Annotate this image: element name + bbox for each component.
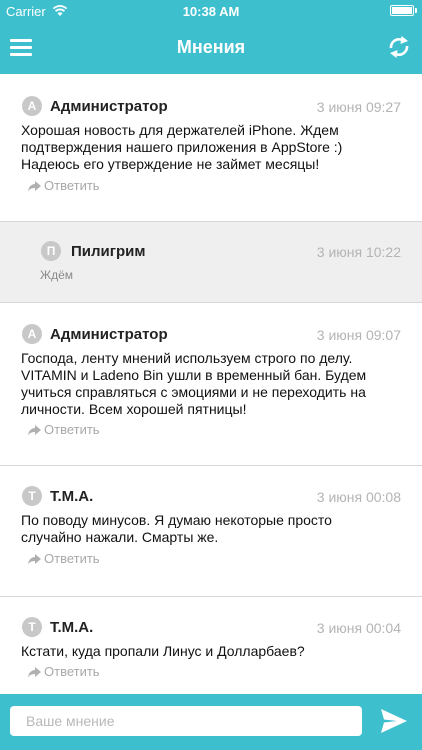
- post-date: 3 июня 00:08: [316, 489, 401, 505]
- list-item: П Пилигрим 3 июня 10:22 Ждём: [0, 222, 422, 303]
- list-item: Т Т.М.А. 3 июня 00:04 Кстати, куда пропа…: [0, 597, 422, 694]
- battery-icon: [390, 5, 417, 16]
- nav-bar: Мнения: [0, 22, 422, 74]
- post-author: Администратор: [50, 326, 168, 343]
- list-item: А Администратор 3 июня 09:07 Господа, ле…: [0, 303, 422, 466]
- reply-arrow-icon: [28, 554, 41, 565]
- opinion-input[interactable]: [10, 706, 362, 736]
- reply-button[interactable]: Ответить: [28, 422, 100, 437]
- reply-label: Ответить: [44, 422, 100, 437]
- status-bar: Carrier 10:38 AM: [0, 0, 422, 22]
- post-text-line: Надеюсь его утверждение не займет месяцы…: [21, 156, 320, 172]
- post-text-line: VITAMIN и Ladeno Bin ушли в временный ба…: [21, 367, 367, 383]
- reply-arrow-icon: [28, 667, 41, 678]
- post-author: Т.М.А.: [50, 619, 94, 636]
- post-text-line: случайно нажали. Смарты же.: [21, 529, 219, 545]
- composer-bar: [0, 694, 422, 750]
- post-text-line: личности. Всем хорошей пятницы!: [21, 401, 247, 417]
- post-text-line: подтверждения нашего приложения в AppSto…: [21, 139, 343, 155]
- post-text-line: учиться справляться с эмоциями и не пере…: [21, 384, 366, 400]
- post-text-line: По поводу минусов. Я думаю некоторые про…: [21, 512, 332, 528]
- post-date: 3 июня 00:04: [316, 620, 401, 636]
- reply-label: Ответить: [44, 551, 100, 566]
- avatar: Т: [22, 617, 42, 637]
- post-text-line: Господа, ленту мнений используем строго …: [21, 350, 353, 366]
- reply-label: Ответить: [44, 664, 100, 679]
- reply-button[interactable]: Ответить: [28, 664, 100, 679]
- reply-arrow-icon: [28, 425, 41, 436]
- reply-button[interactable]: Ответить: [28, 551, 100, 566]
- avatar: Т: [22, 486, 42, 506]
- clock: 10:38 AM: [182, 4, 240, 19]
- reply-button[interactable]: Ответить: [28, 178, 100, 193]
- post-date: 3 июня 10:22: [316, 244, 401, 260]
- post-text-line: Хорошая новость для держателей iPhone. Ж…: [21, 122, 339, 138]
- post-date: 3 июня 09:07: [316, 327, 401, 343]
- avatar: А: [22, 96, 42, 116]
- reply-arrow-icon: [28, 181, 41, 192]
- post-text-line: Ждём: [40, 268, 74, 282]
- post-date: 3 июня 09:27: [316, 99, 401, 115]
- post-text-line: Кстати, куда пропали Линус и Долларбаев?: [21, 643, 305, 659]
- send-icon[interactable]: [380, 708, 408, 734]
- post-author: Пилигрим: [71, 243, 146, 260]
- refresh-icon[interactable]: [386, 33, 412, 61]
- reply-label: Ответить: [44, 178, 100, 193]
- post-author: Администратор: [50, 98, 168, 115]
- list-item: А Администратор 3 июня 09:27 Хорошая нов…: [0, 74, 422, 222]
- avatar: П: [41, 241, 61, 261]
- avatar: А: [22, 324, 42, 344]
- list-item: Т Т.М.А. 3 июня 00:08 По поводу минусов.…: [0, 466, 422, 597]
- page-title: Мнения: [176, 37, 246, 57]
- post-author: Т.М.А.: [50, 488, 94, 505]
- opinion-feed[interactable]: А Администратор 3 июня 09:27 Хорошая нов…: [0, 74, 422, 694]
